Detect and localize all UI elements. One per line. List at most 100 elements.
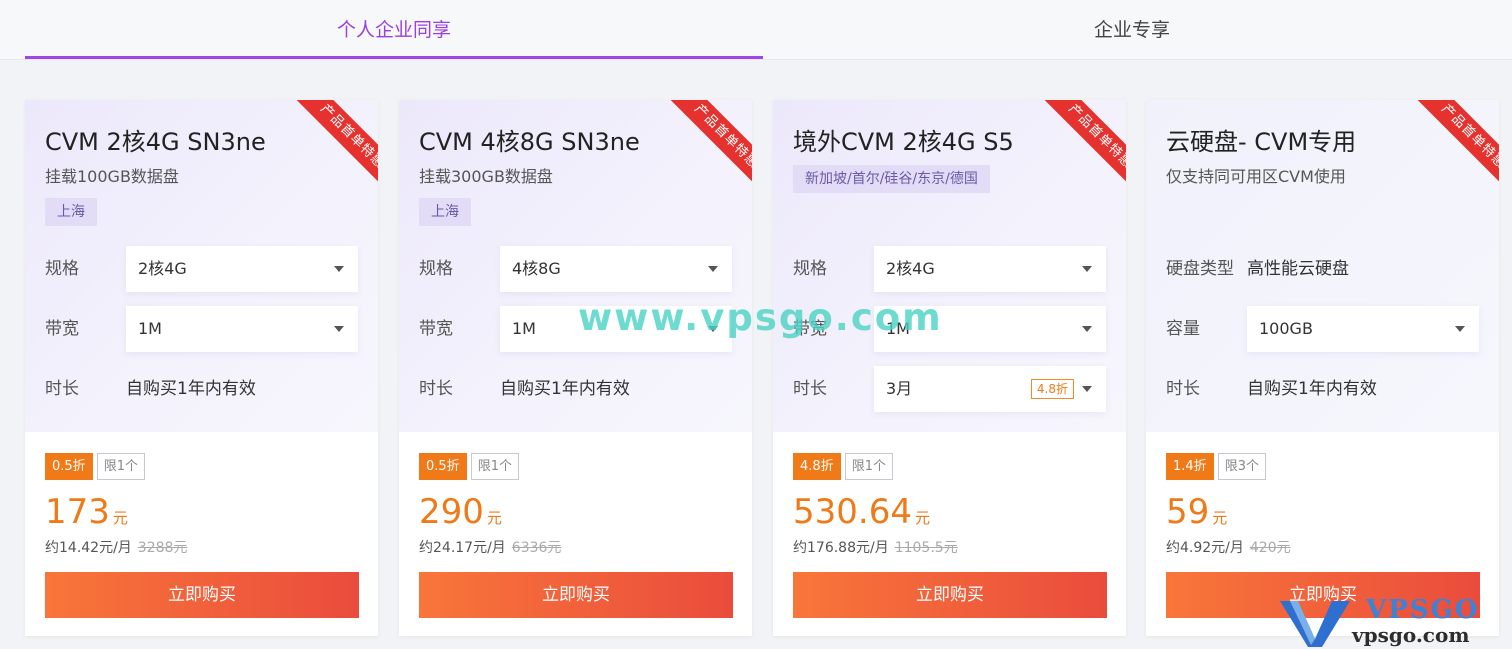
monthly-price-line: 约4.92元/月 420元 bbox=[1166, 537, 1291, 557]
ribbon-label: 产品首单特惠 bbox=[293, 100, 378, 196]
original-price: 420元 bbox=[1249, 540, 1291, 556]
card-title: CVM 2核4G SN3ne bbox=[45, 128, 266, 156]
price: 530.64 元 bbox=[793, 492, 930, 532]
monthly-price: 约24.17元/月 bbox=[419, 540, 506, 556]
duration-discount-tag: 4.8折 bbox=[1030, 379, 1074, 399]
duration-select[interactable]: 3月 4.8折 bbox=[874, 366, 1106, 412]
spec-value: 2核4G bbox=[138, 259, 187, 278]
monthly-price-line: 约14.42元/月 3288元 bbox=[45, 537, 187, 557]
disk-type-value: 高性能云硬盘 bbox=[1247, 259, 1349, 279]
limit-badge: 限3个 bbox=[1217, 453, 1266, 480]
chevron-down-icon bbox=[1082, 386, 1092, 392]
duration-value: 3月 bbox=[886, 379, 913, 398]
original-price: 3288元 bbox=[137, 540, 188, 556]
chevron-down-icon bbox=[1455, 326, 1465, 332]
watermark-text: www.vpsgo.com bbox=[578, 296, 943, 339]
original-price: 1105.5元 bbox=[894, 540, 958, 556]
price-unit: 元 bbox=[1212, 509, 1228, 527]
monthly-price-line: 约24.17元/月 6336元 bbox=[419, 537, 561, 557]
card-subtitle: 挂载300GB数据盘 bbox=[419, 167, 553, 186]
ribbon-label: 产品首单特惠 bbox=[1041, 100, 1126, 196]
price: 173 元 bbox=[45, 492, 128, 532]
duration-value: 自购买1年内有效 bbox=[1247, 379, 1377, 399]
logo-brand: VPSGO bbox=[1366, 595, 1480, 625]
disk-type-row: 硬盘类型 高性能云硬盘 bbox=[1166, 246, 1479, 292]
bandwidth-value: 1M bbox=[138, 319, 162, 338]
tag-group: 0.5折 限1个 bbox=[419, 453, 519, 480]
region-badge: 新加坡/首尔/硅谷/东京/德国 bbox=[793, 165, 990, 193]
duration-row: 时长 自购买1年内有效 bbox=[1166, 366, 1479, 412]
spec-select[interactable]: 2核4G bbox=[126, 246, 358, 292]
chevron-down-icon bbox=[334, 266, 344, 272]
disk-type-label: 硬盘类型 bbox=[1166, 259, 1234, 279]
chevron-down-icon bbox=[708, 266, 718, 272]
card-title: CVM 4核8G SN3ne bbox=[419, 128, 640, 156]
card-subtitle: 仅支持同可用区CVM使用 bbox=[1166, 167, 1346, 186]
monthly-price-line: 约176.88元/月 1105.5元 bbox=[793, 537, 958, 557]
duration-label: 时长 bbox=[793, 379, 827, 399]
spec-label: 规格 bbox=[793, 259, 827, 279]
active-tab-indicator bbox=[25, 56, 763, 59]
product-card-cvm-2c4g: 产品首单特惠 CVM 2核4G SN3ne 挂载100GB数据盘 上海 规格 2… bbox=[25, 100, 378, 636]
chevron-down-icon bbox=[1082, 326, 1092, 332]
capacity-label: 容量 bbox=[1166, 319, 1200, 339]
card-title: 云硬盘- CVM专用 bbox=[1166, 128, 1357, 156]
bandwidth-label: 带宽 bbox=[419, 319, 453, 339]
price-amount: 173 bbox=[45, 492, 110, 532]
promo-ribbon: 产品首单特惠 bbox=[1036, 100, 1126, 196]
buy-now-button[interactable]: 立即购买 bbox=[45, 572, 359, 618]
spec-label: 规格 bbox=[45, 259, 79, 279]
discount-badge: 1.4折 bbox=[1166, 453, 1214, 480]
buy-now-button[interactable]: 立即购买 bbox=[419, 572, 733, 618]
tab-bar: 个人企业同享 企业专享 bbox=[0, 0, 1512, 60]
tag-group: 4.8折 限1个 bbox=[793, 453, 893, 480]
price-unit: 元 bbox=[914, 509, 930, 527]
site-logo: VPSGO vpsgo.com bbox=[1280, 595, 1505, 647]
price: 290 元 bbox=[419, 492, 502, 532]
price-amount: 530.64 bbox=[793, 492, 912, 532]
ribbon-label: 产品首单特惠 bbox=[1414, 100, 1499, 196]
chevron-down-icon bbox=[1082, 266, 1092, 272]
limit-badge: 限1个 bbox=[470, 453, 519, 480]
buy-now-button[interactable]: 立即购买 bbox=[793, 572, 1107, 618]
duration-row: 时长 自购买1年内有效 bbox=[45, 366, 358, 412]
price-amount: 59 bbox=[1166, 492, 1210, 532]
region-badge: 上海 bbox=[419, 198, 471, 226]
spec-row: 规格 4核8G bbox=[419, 246, 732, 292]
product-card-cvm-4c8g: 产品首单特惠 CVM 4核8G SN3ne 挂载300GB数据盘 上海 规格 4… bbox=[399, 100, 752, 636]
bandwidth-select[interactable]: 1M bbox=[126, 306, 358, 352]
monthly-price: 约176.88元/月 bbox=[793, 540, 889, 556]
spec-row: 规格 2核4G bbox=[45, 246, 358, 292]
capacity-select[interactable]: 100GB bbox=[1247, 306, 1479, 352]
tab-enterprise-exclusive[interactable]: 企业专享 bbox=[763, 0, 1501, 60]
capacity-value: 100GB bbox=[1259, 319, 1313, 338]
promo-ribbon: 产品首单特惠 bbox=[1409, 100, 1499, 196]
price-unit: 元 bbox=[112, 509, 128, 527]
tag-group: 1.4折 限3个 bbox=[1166, 453, 1266, 480]
price-amount: 290 bbox=[419, 492, 484, 532]
discount-badge: 0.5折 bbox=[45, 453, 93, 480]
logo-domain: vpsgo.com bbox=[1352, 623, 1470, 647]
original-price: 6336元 bbox=[511, 540, 562, 556]
monthly-price: 约4.92元/月 bbox=[1166, 540, 1244, 556]
promo-ribbon: 产品首单特惠 bbox=[662, 100, 752, 196]
spec-select[interactable]: 2核4G bbox=[874, 246, 1106, 292]
promo-ribbon: 产品首单特惠 bbox=[288, 100, 378, 196]
capacity-row: 容量 100GB bbox=[1166, 306, 1479, 352]
spec-select[interactable]: 4核8G bbox=[500, 246, 732, 292]
duration-row: 时长 自购买1年内有效 bbox=[419, 366, 732, 412]
tab-personal-enterprise[interactable]: 个人企业同享 bbox=[25, 0, 763, 60]
duration-value: 自购买1年内有效 bbox=[126, 379, 256, 399]
duration-label: 时长 bbox=[45, 379, 79, 399]
v-logo-icon bbox=[1280, 601, 1350, 647]
price-unit: 元 bbox=[486, 509, 502, 527]
tag-group: 0.5折 限1个 bbox=[45, 453, 145, 480]
bandwidth-row: 带宽 1M bbox=[45, 306, 358, 352]
monthly-price: 约14.42元/月 bbox=[45, 540, 132, 556]
spec-value: 2核4G bbox=[886, 259, 935, 278]
duration-label: 时长 bbox=[419, 379, 453, 399]
price: 59 元 bbox=[1166, 492, 1227, 532]
spec-row: 规格 2核4G bbox=[793, 246, 1106, 292]
chevron-down-icon bbox=[334, 326, 344, 332]
duration-label: 时长 bbox=[1166, 379, 1200, 399]
